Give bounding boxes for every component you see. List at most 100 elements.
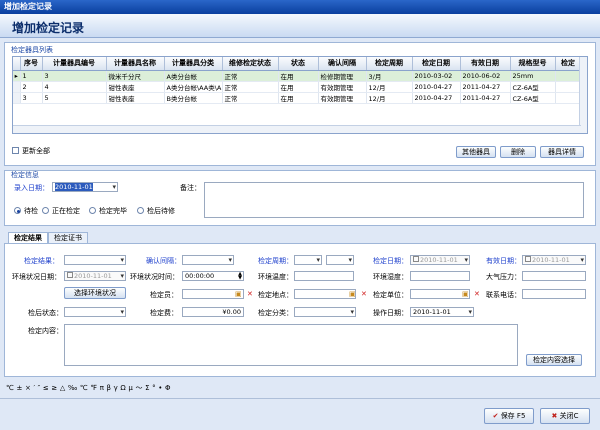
cell: 2010-04-27 [412, 92, 461, 104]
entry-date-picker[interactable]: 2010-11-01 [52, 182, 118, 192]
status-radio-done[interactable] [89, 207, 96, 214]
equipment-detail-button[interactable]: 器具详情 [540, 146, 584, 158]
env-date-checkbox[interactable] [67, 272, 73, 278]
env-temp-label: 环境温度： [258, 273, 293, 281]
row-indicator-header [13, 57, 21, 71]
cell [555, 92, 582, 104]
cell: CZ-6A型 [510, 92, 556, 104]
cell: A类分台帐\AA类\A [164, 81, 223, 93]
verify-date-value: 2010-11-01 [420, 256, 458, 264]
col-header[interactable]: 计量器具名称 [106, 57, 165, 71]
col-header[interactable]: 检定周期 [366, 57, 413, 71]
valid-date-checkbox[interactable] [525, 256, 531, 262]
select-env-button[interactable]: 选择环境状况 [64, 287, 126, 299]
clear-icon[interactable]: ✕ [474, 290, 480, 298]
close-button[interactable]: ✖ 关闭C [540, 408, 590, 424]
update-all-label: 更新全部 [22, 147, 50, 155]
cell: 2 [20, 81, 43, 93]
env-time-field[interactable]: 00:00:00 ▲ ▼ [182, 271, 244, 281]
row-indicator [13, 92, 21, 104]
col-header[interactable]: 确认间隔 [318, 57, 367, 71]
col-header[interactable]: 序号 [20, 57, 43, 71]
air-pressure-input[interactable] [522, 271, 586, 281]
category-select[interactable] [294, 307, 356, 317]
status-radio-label: 待检 [24, 207, 38, 215]
env-time-label: 环境状况时间： [130, 273, 179, 281]
cell: 25mm [510, 70, 556, 82]
status-radio-in-progress[interactable] [42, 207, 49, 214]
verify-result-select[interactable] [64, 255, 126, 265]
env-temp-input[interactable] [294, 271, 354, 281]
fee-input[interactable]: ¥0.00 [182, 307, 244, 317]
other-equipment-button[interactable]: 其他器具 [456, 146, 496, 158]
content-select-button[interactable]: 检定内容选择 [526, 354, 582, 366]
cell: 在用 [278, 81, 319, 93]
status-radio-repair[interactable] [137, 207, 144, 214]
update-all-checkbox[interactable] [12, 147, 19, 154]
valid-date-picker[interactable]: 2010-11-01 [522, 255, 586, 265]
verify-period-number[interactable] [294, 255, 322, 265]
folder-icon[interactable]: ▣ [235, 290, 242, 298]
env-time-value: 00:00:00 [185, 272, 215, 280]
valid-date-label: 有效日期： [486, 257, 521, 265]
table-row[interactable]: 3 5 钳性表座 B类分台帐 正常 在用 有效期管理 12/月 2010-04-… [13, 92, 582, 104]
col-header[interactable]: 有效日期 [460, 57, 511, 71]
cell: 2010-03-02 [412, 70, 461, 82]
entry-date-label: 录入日期： [14, 184, 49, 192]
table-row[interactable]: 2 4 钳性表座 A类分台帐\AA类\A 正常 在用 有效期管理 12/月 20… [13, 81, 582, 93]
clear-icon[interactable]: ✕ [247, 290, 253, 298]
equipment-table: 序号 计量器具编号 计量器具名称 计量器具分类 维修检定状态 状态 确认间隔 检… [12, 56, 588, 134]
symbol-bar[interactable]: ℃ ± × ′ ″ ≤ ≥ △ ‰ ℃ ℉ π β γ Ω μ ～ Σ ° • … [6, 382, 594, 394]
window-titlebar: 增加检定记录 [0, 0, 600, 14]
content-label: 检定内容： [28, 327, 63, 335]
phone-input[interactable] [522, 289, 586, 299]
after-status-select[interactable] [64, 307, 126, 317]
unit-label: 检定单位： [373, 291, 408, 299]
status-radio-label: 检定完毕 [99, 207, 127, 215]
cell: 12/月 [366, 81, 413, 93]
env-date-label: 环境状况日期： [12, 273, 61, 281]
verify-date-picker[interactable]: 2010-11-01 [410, 255, 470, 265]
unit-input[interactable] [410, 289, 470, 299]
spinner-icon[interactable]: ▲ ▼ [238, 272, 242, 280]
env-humidity-input[interactable] [410, 271, 470, 281]
location-input[interactable] [294, 289, 356, 299]
cell: 2010-06-02 [460, 70, 511, 82]
delete-button[interactable]: 删除 [500, 146, 536, 158]
col-header[interactable]: 检定 [555, 57, 582, 71]
cell: 3 [20, 92, 43, 104]
op-date-picker[interactable]: 2010-11-01 [410, 307, 474, 317]
cell: 正常 [222, 81, 279, 93]
row-pointer-icon: ▸ [13, 70, 21, 82]
cell: 在用 [278, 92, 319, 104]
folder-icon[interactable]: ▣ [349, 290, 356, 298]
status-radio-pending[interactable] [14, 207, 21, 214]
col-header[interactable]: 计量器具编号 [42, 57, 107, 71]
folder-icon[interactable]: ▣ [462, 290, 469, 298]
air-pressure-label: 大气压力： [486, 273, 521, 281]
cell: A类分台帐 [164, 70, 223, 82]
valid-date-value: 2010-11-01 [532, 256, 570, 264]
verify-period-unit[interactable] [326, 255, 354, 265]
col-header[interactable]: 检定日期 [412, 57, 461, 71]
col-header[interactable]: 状态 [278, 57, 319, 71]
verify-date-checkbox[interactable] [413, 256, 419, 262]
env-date-picker[interactable]: 2010-11-01 [64, 271, 126, 281]
clear-icon[interactable]: ✕ [361, 290, 367, 298]
table-row[interactable]: ▸ 1 3 微米千分尺 A类分台帐 正常 在用 检修期管理 3/月 2010-0… [13, 70, 582, 82]
col-header[interactable]: 规格型号 [510, 57, 556, 71]
cell: 在用 [278, 70, 319, 82]
remark-textarea[interactable] [204, 182, 584, 218]
table-vertical-scrollbar[interactable] [579, 57, 587, 133]
category-label: 检定分类： [258, 309, 293, 317]
confirm-interval-select[interactable] [182, 255, 234, 265]
cell: 1 [20, 70, 43, 82]
col-header[interactable]: 维修检定状态 [222, 57, 279, 71]
close-label: 关闭C [559, 412, 579, 420]
table-horizontal-scrollbar[interactable] [13, 125, 581, 133]
remark-label: 备注： [180, 184, 201, 192]
col-header[interactable]: 计量器具分类 [164, 57, 223, 71]
save-button[interactable]: ✔ 保存 F5 [484, 408, 534, 424]
cell: 2011-04-27 [460, 92, 511, 104]
content-textarea[interactable] [64, 324, 518, 366]
